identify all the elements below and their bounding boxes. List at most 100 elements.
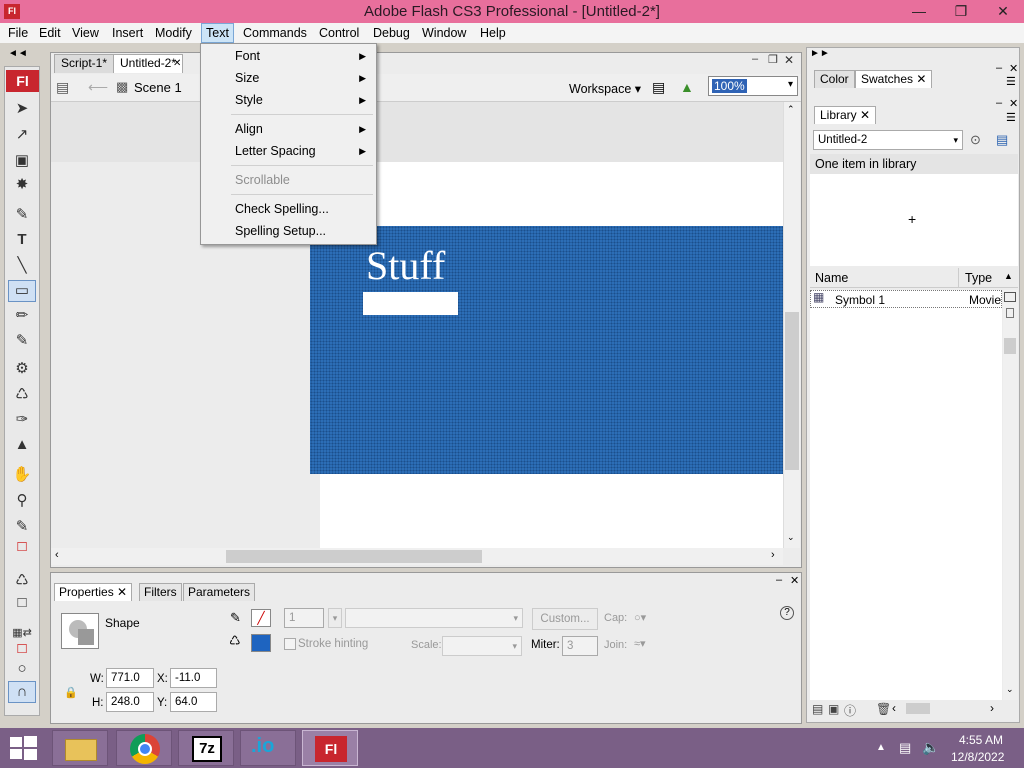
menu-item-check-spelling[interactable]: Check Spelling... [201,198,376,220]
tab-properties[interactable]: Properties ✕ [54,583,133,601]
rectangle-tool-icon[interactable]: ▭ [8,280,36,302]
vertical-scrollbar[interactable]: ⌃ ⌄ [783,102,800,548]
library-col-type[interactable]: Type [965,271,992,285]
menu-item-font[interactable]: Font ▶ [201,45,376,67]
close-button[interactable]: ✕ [988,0,1018,22]
properties-icon[interactable]: ⓘ [844,702,856,719]
horizontal-scroll-thumb[interactable] [226,550,482,563]
chrome-taskbar-icon[interactable] [116,730,172,766]
width-field[interactable]: 771.0 [106,668,154,688]
library-col-name[interactable]: Name [815,271,848,285]
lock-icon[interactable]: 🔒 [64,686,78,699]
menu-commands[interactable]: Commands [239,23,311,43]
help-icon[interactable]: ? [780,606,794,620]
flash-taskbar-icon[interactable]: Fl [302,730,358,766]
fill-color-swatch[interactable] [251,634,271,652]
hand-tool-icon[interactable]: ✋ [8,464,36,486]
cap-select-icon[interactable]: ○▾ [634,611,646,624]
tab-filters[interactable]: Filters [139,583,182,601]
doc-restore-icon[interactable]: ❐ [768,53,778,66]
tab-swatches[interactable]: Swatches ✕ [855,70,933,88]
workspace-button[interactable]: Workspace ▾ [569,81,641,96]
tab-parameters[interactable]: Parameters [183,583,256,601]
scroll-up-icon[interactable]: ⌃ [787,104,795,115]
library-close-icon[interactable]: ✕ [1009,97,1018,110]
tab-library[interactable]: Library ✕ [814,106,877,124]
custom-stroke-button[interactable]: Custom... [532,608,598,630]
library-scroll-thumb[interactable] [1004,338,1016,354]
doc-minimize-icon[interactable]: – [752,53,758,65]
new-symbol-icon[interactable]: ▤ [812,702,823,716]
timeline-toggle-icon[interactable]: ▤ [56,79,69,96]
menu-modify[interactable]: Modify [151,23,196,43]
edit-symbols-icon[interactable]: ▲ [680,79,694,95]
fill-swatch-icon[interactable]: □ [8,592,36,614]
join-select-icon[interactable]: ≈▾ [634,637,646,650]
stroke-style-select[interactable]: ▾ [345,608,523,628]
menu-item-size[interactable]: Size ▶ [201,67,376,89]
text-tool-icon[interactable]: T [8,229,36,251]
flash-app-icon[interactable]: Fl [4,4,20,19]
wide-view-icon[interactable] [1004,292,1016,302]
color-panel-minimize-icon[interactable]: – [996,62,1002,74]
scroll-left-icon[interactable]: ‹ [55,549,59,561]
selection-tool-icon[interactable]: ➤ [8,98,36,120]
stage-white-box[interactable] [363,292,458,315]
library-vertical-scrollbar[interactable]: ⌄ [1003,290,1018,700]
scroll-right-icon[interactable]: › [771,549,775,561]
panels-collapse-icon[interactable]: ►► [810,48,830,59]
lasso-tool-icon[interactable]: ✸ [8,174,36,196]
color-panel-close-icon[interactable]: ✕ [1009,62,1018,75]
library-scroll-right-icon[interactable]: › [990,701,994,715]
network-icon[interactable]: ▤ [899,740,911,756]
paint-bucket-tool-icon[interactable]: ♺ [8,384,36,406]
no-color-icon[interactable]: □ [8,638,36,660]
narrow-view-icon[interactable] [1006,308,1014,318]
scene-label[interactable]: Scene 1 [134,80,182,95]
stroke-color-icon[interactable]: ✎ [8,516,36,538]
file-explorer-taskbar-icon[interactable] [52,730,108,766]
eyedropper-tool-icon[interactable]: ✑ [8,409,36,431]
vertical-scroll-thumb[interactable] [785,312,799,470]
scroll-down-icon[interactable]: ⌄ [1006,684,1014,695]
delete-icon[interactable]: 🗑 [876,702,891,716]
menu-window[interactable]: Window [418,23,470,43]
props-minimize-icon[interactable]: – [776,574,782,586]
fill-color-icon[interactable]: ♺ [8,570,36,592]
object-drawing-icon[interactable]: ○ [8,658,36,680]
brush-tool-icon[interactable]: ✎ [8,330,36,352]
ink-bottle-tool-icon[interactable]: ⚙ [8,358,36,380]
menu-debug[interactable]: Debug [369,23,414,43]
x-field[interactable]: -11.0 [170,668,217,688]
menu-item-style[interactable]: Style ▶ [201,89,376,111]
menu-view[interactable]: View [68,23,103,43]
library-document-select[interactable]: Untitled-2 ▾ [813,130,963,150]
scroll-down-icon[interactable]: ⌄ [787,532,795,543]
horizontal-scrollbar[interactable]: ‹ › [51,548,783,565]
pin-library-icon[interactable]: ⊙ [970,132,981,148]
7zip-taskbar-icon[interactable]: 7z [178,730,234,766]
tab-script-1[interactable]: Script-1* [54,54,115,73]
menu-item-spelling-setup[interactable]: Spelling Setup... [201,220,376,242]
line-tool-icon[interactable]: ╲ [8,255,36,277]
subselection-tool-icon[interactable]: ↗ [8,124,36,146]
pen-tool-icon[interactable]: ✎ [8,204,36,226]
volume-icon[interactable]: 🔈 [922,739,939,756]
tab-color[interactable]: Color [814,70,855,88]
free-transform-tool-icon[interactable]: ▣ [8,150,36,172]
minimize-button[interactable]: — [904,0,934,22]
zoom-tool-icon[interactable]: ⚲ [8,490,36,512]
io-app-taskbar-icon[interactable]: .io [240,730,296,766]
library-minimize-icon[interactable]: – [996,97,1002,109]
props-close-icon[interactable]: ✕ [790,574,799,587]
scale-select[interactable]: ▾ [442,636,522,656]
zoom-select[interactable]: 100% ▾ [708,76,798,96]
back-arrow-icon[interactable]: ⟵ [88,79,108,96]
y-field[interactable]: 64.0 [170,692,217,712]
tab-close-icon[interactable]: ✕ [173,58,181,69]
menu-edit[interactable]: Edit [35,23,65,43]
windows-start-icon[interactable] [8,735,38,761]
new-library-panel-icon[interactable]: ▤ [996,132,1008,148]
menu-item-align[interactable]: Align ▶ [201,118,376,140]
sort-icon[interactable]: ▲ [1004,271,1013,281]
